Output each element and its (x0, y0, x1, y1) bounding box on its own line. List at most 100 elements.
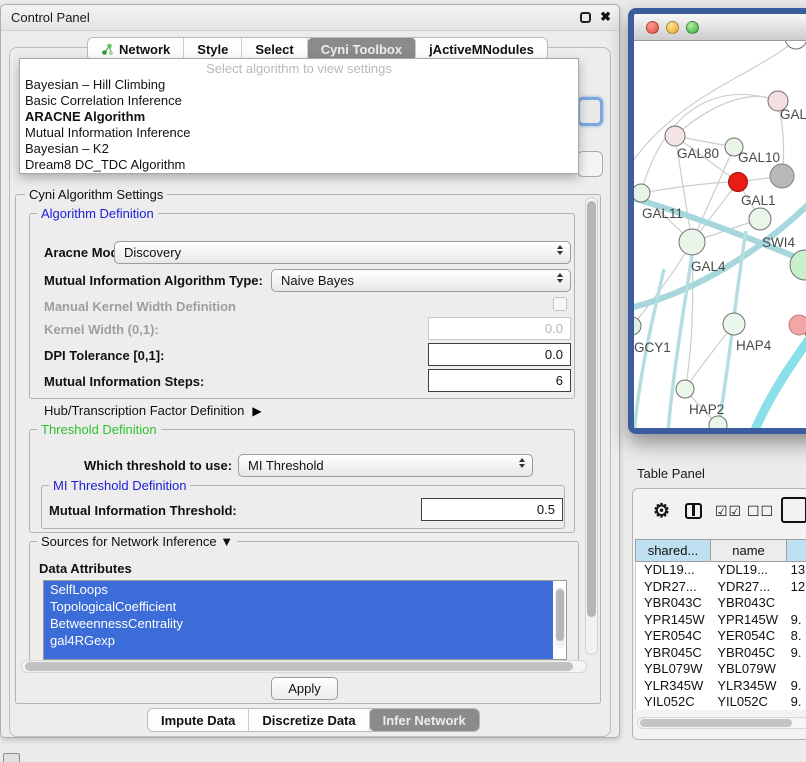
network-window-titlebar[interactable] (634, 14, 806, 41)
aracne-mode-select[interactable]: Discovery (114, 241, 571, 264)
scrollbar-thumb[interactable] (556, 589, 564, 641)
tab-impute-data[interactable]: Impute Data (148, 709, 249, 731)
minimize-traffic-light-icon[interactable] (666, 21, 679, 34)
network-view-window[interactable]: GALGAL80GAL10GAL11GAL1SWI4GAL4GCY1HAP4YH… (628, 8, 806, 434)
algorithm-option-dream8-dc-tdc-algorithm[interactable]: Dream8 DC_TDC Algorithm (20, 157, 578, 173)
algorithm-option-bayesian-k2[interactable]: Bayesian – K2 (20, 141, 578, 157)
top-right-node[interactable] (785, 41, 806, 49)
attribute-item-topologicalcoefficient[interactable]: TopologicalCoefficient (44, 598, 553, 615)
control-panel-titlebar[interactable]: Control Panel ✖ (1, 5, 619, 31)
table-cell[interactable]: YBR045C (636, 645, 709, 662)
network-edge[interactable] (675, 96, 778, 136)
table-row[interactable]: YBR045CYBR045C9. (636, 645, 806, 662)
table-cell[interactable]: YIL052C (709, 694, 782, 710)
table-cell[interactable]: 13 (783, 562, 806, 579)
column-header-a[interactable]: A (787, 539, 806, 562)
float-window-icon[interactable] (580, 12, 591, 23)
network-canvas[interactable]: GALGAL80GAL10GAL11GAL1SWI4GAL4GCY1HAP4YH… (634, 41, 806, 428)
attribute-item-selfloops[interactable]: SelfLoops (44, 581, 553, 598)
gear-icon[interactable]: ⚙ (653, 500, 670, 523)
GAL11-node[interactable] (634, 184, 650, 202)
table-cell[interactable]: YDR27... (709, 579, 782, 596)
table-cell[interactable]: YBR043C (636, 595, 709, 612)
attribute-item-clipped[interactable] (44, 649, 553, 660)
unchecked-checkboxes-icon[interactable]: ☐☐ (747, 503, 774, 520)
algorithm-option-basic-correlation-inference[interactable]: Basic Correlation Inference (20, 93, 578, 109)
tab-select[interactable]: Select (242, 38, 307, 60)
collapse-down-icon[interactable]: ▼ (220, 534, 233, 549)
table-cell[interactable]: YBR043C (709, 595, 782, 612)
network-edge[interactable] (641, 94, 778, 193)
dpi-tolerance-field[interactable]: 0.0 (428, 343, 571, 366)
expand-right-icon[interactable]: ▶ (252, 404, 261, 418)
scrollbar-thumb[interactable] (25, 662, 573, 671)
GAL80-node[interactable] (665, 126, 685, 146)
settings-horizontal-scrollbar[interactable] (21, 660, 587, 673)
which-threshold-select[interactable]: MI Threshold (238, 454, 533, 477)
mi-threshold-field[interactable]: 0.5 (421, 498, 563, 521)
table-cell[interactable]: YER054C (636, 628, 709, 645)
data-attributes-list[interactable]: SelfLoopsTopologicalCoefficientBetweenne… (43, 580, 567, 660)
algorithm-option-bayesian-hill-climbing[interactable]: Bayesian – Hill Climbing (20, 77, 578, 93)
kernel-width-field[interactable]: 0.0 (428, 317, 571, 340)
tab-infer-network[interactable]: Infer Network (370, 709, 479, 731)
tab-style[interactable]: Style (184, 38, 242, 60)
tab-discretize-data[interactable]: Discretize Data (249, 709, 369, 731)
attribute-item-gal4rgexp[interactable]: gal4RGexp (44, 632, 553, 649)
table-cell[interactable] (783, 661, 806, 678)
table-cell[interactable]: YIL052C (636, 694, 709, 710)
close-traffic-light-icon[interactable] (646, 21, 659, 34)
table-cell[interactable] (783, 595, 806, 612)
column-header-shared[interactable]: shared... (635, 539, 711, 562)
table-row[interactable]: YPR145WYPR145W9. (636, 612, 806, 629)
tab-jactivemnodules[interactable]: jActiveMNodules (416, 38, 547, 60)
table-cell[interactable]: 8. (783, 628, 806, 645)
table-cell[interactable]: YDL19... (709, 562, 782, 579)
table-row[interactable]: YDR27...YDR27...12 (636, 579, 806, 596)
columns-icon[interactable] (685, 503, 702, 519)
table-cell[interactable]: YLR345W (636, 678, 709, 695)
table-cell[interactable]: 9. (783, 612, 806, 629)
dock-panel-icon[interactable] (3, 753, 20, 762)
document-icon[interactable] (781, 497, 806, 523)
mi-algorithm-type-select[interactable]: Naive Bayes (271, 269, 571, 292)
HAP4-node[interactable] (723, 313, 745, 335)
table-cell[interactable]: 9. (783, 694, 806, 710)
table-cell[interactable]: YLR345W (709, 678, 782, 695)
table-cell[interactable]: YDR27... (636, 579, 709, 596)
GCY1-node[interactable] (634, 317, 641, 335)
red-node[interactable] (729, 173, 748, 192)
column-header-name[interactable]: name (711, 539, 787, 562)
settings-vertical-scrollbar[interactable] (585, 197, 598, 655)
hub-definition-expander[interactable]: Hub/Transcription Factor Definition▶ (44, 403, 262, 418)
algorithm-option-mutual-information-inference[interactable]: Mutual Information Inference (20, 125, 578, 141)
table-cell[interactable]: YER054C (709, 628, 782, 645)
GAL4-node[interactable] (679, 229, 705, 255)
network-edge[interactable] (641, 182, 738, 193)
table-row[interactable]: YDL19...YDL19...13 (636, 562, 806, 579)
apply-button[interactable]: Apply (271, 677, 338, 700)
table-row[interactable]: YBR043CYBR043C (636, 595, 806, 612)
table-cell[interactable]: YBL079W (636, 661, 709, 678)
inference-algorithm-combo-fragment[interactable] (577, 97, 603, 126)
GAL1-node[interactable] (749, 208, 771, 230)
zoom-traffic-light-icon[interactable] (686, 21, 699, 34)
table-horizontal-scrollbar[interactable] (637, 717, 806, 729)
list-scrollbar[interactable] (555, 587, 565, 649)
table-cell[interactable]: YBL079W (709, 661, 782, 678)
close-icon[interactable]: ✖ (600, 9, 611, 25)
table-row[interactable]: YLR345WYLR345W9. (636, 678, 806, 695)
table-row[interactable]: YER054CYER054C8. (636, 628, 806, 645)
gray-node[interactable] (770, 164, 794, 188)
table-row[interactable]: YBL079WYBL079W (636, 661, 806, 678)
table-cell[interactable]: 9. (783, 645, 806, 662)
scrollbar-thumb[interactable] (640, 719, 792, 727)
table-row[interactable]: YIL052CYIL052C9. (636, 694, 806, 710)
tab-network[interactable]: Network (88, 38, 184, 60)
HAP2-node[interactable] (676, 380, 694, 398)
tab-cyni-toolbox[interactable]: Cyni Toolbox (308, 38, 416, 60)
scrollbar-thumb[interactable] (587, 201, 596, 617)
table-cell[interactable]: YBR045C (709, 645, 782, 662)
table-cell[interactable]: 9. (783, 678, 806, 695)
algorithm-option-aracne-algorithm[interactable]: ARACNE Algorithm (20, 109, 578, 125)
